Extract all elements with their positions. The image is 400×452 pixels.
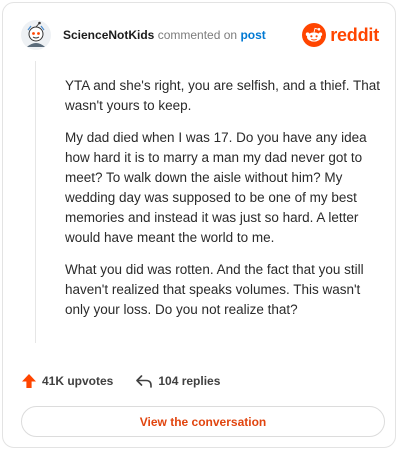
comment-body: YTA and she's right, you are selfish, an… (65, 76, 385, 332)
comment-paragraph: YTA and she's right, you are selfish, an… (65, 78, 381, 113)
username-link[interactable]: ScienceNotKids (63, 28, 154, 42)
view-conversation-button[interactable]: View the conversation (21, 406, 385, 437)
upvotes-stat[interactable]: 41K upvotes (21, 373, 113, 389)
reddit-brand[interactable]: reddit (302, 22, 379, 48)
replies-count: 104 replies (158, 374, 221, 388)
comment-byline: ScienceNotKids commented on post (63, 28, 266, 42)
view-conversation-label: View the conversation (139, 414, 267, 429)
replies-stat[interactable]: 104 replies (135, 373, 220, 389)
reply-arrow-icon (136, 375, 153, 388)
comment-stats: 41K upvotes 104 replies (21, 370, 242, 392)
comment-header: ScienceNotKids commented on post reddit (21, 20, 379, 52)
byline-verb: commented on (157, 28, 238, 42)
reddit-logo-icon (302, 23, 327, 47)
embed-card: ScienceNotKids commented on post reddit … (2, 2, 396, 448)
post-link[interactable]: post (240, 28, 265, 42)
thread-line (35, 61, 36, 343)
reddit-wordmark: reddit (330, 24, 379, 45)
comment-paragraph: What you did was rotten. And the fact th… (65, 262, 364, 317)
upvote-arrow-icon (22, 374, 36, 388)
upvotes-count: 41K upvotes (42, 374, 114, 388)
snoo-avatar-icon[interactable] (21, 20, 51, 50)
comment-paragraph: My dad died when I was 17. Do you have a… (65, 130, 367, 245)
